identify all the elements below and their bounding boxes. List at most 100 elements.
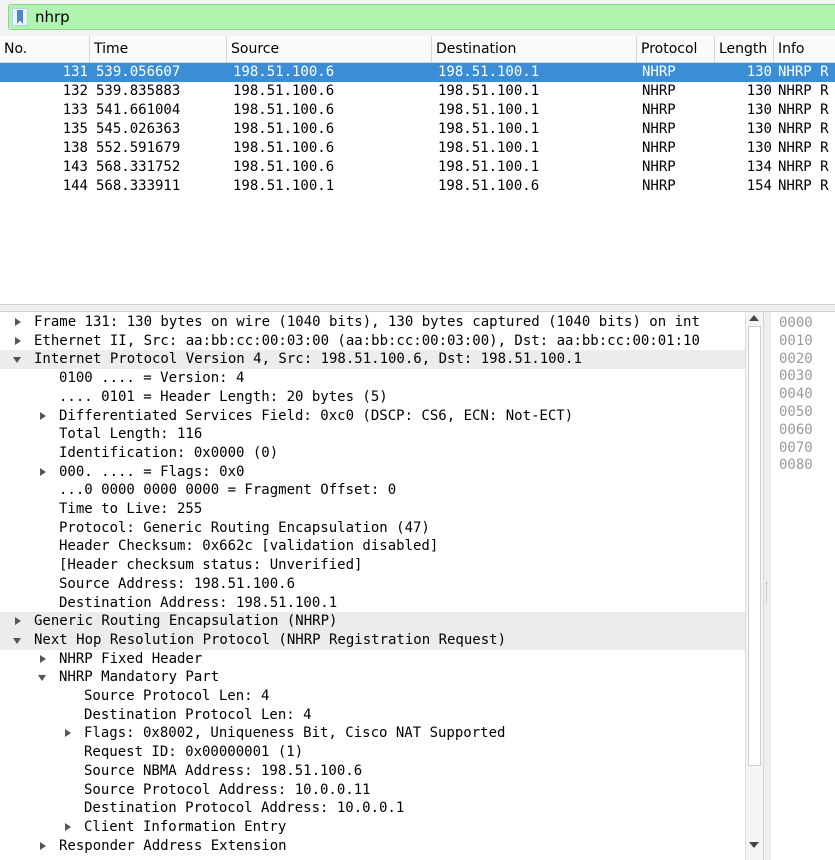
detail-tree-item[interactable]: Destination Protocol Len: 4 xyxy=(0,706,745,725)
pane-splitter-horizontal[interactable] xyxy=(0,304,835,312)
packet-row[interactable]: 131 539.056607 198.51.100.6 198.51.100.1 NHR… xyxy=(0,63,835,82)
column-header-destination[interactable]: Destination xyxy=(432,36,637,62)
byte-offset: 0050 xyxy=(779,404,813,420)
detail-tree-item-label: Ethernet II, Src: aa:bb:cc:00:03:00 (aa:… xyxy=(34,332,700,349)
detail-tree-item-label: 000. .... = Flags: 0x0 xyxy=(59,463,245,480)
detail-tree-item[interactable]: Source NBMA Address: 198.51.100.6 xyxy=(0,762,745,781)
collapsed-arrow-icon[interactable] xyxy=(62,724,74,743)
collapsed-arrow-icon[interactable] xyxy=(37,837,49,856)
column-header-source[interactable]: Source xyxy=(227,36,432,62)
detail-tree-item[interactable]: Responder Address Extension xyxy=(0,837,745,856)
packet-cell-length: 130 xyxy=(746,102,772,118)
packet-row[interactable]: 143 568.331752 198.51.100.6 198.51.100.1 NHR… xyxy=(0,158,835,177)
detail-tree-item[interactable]: Total Length: 116 xyxy=(0,425,745,444)
collapsed-arrow-icon[interactable] xyxy=(12,332,24,351)
byte-offset: 0010 xyxy=(779,332,813,349)
detail-tree-item[interactable]: Frame 131: 130 bytes on wire (1040 bits)… xyxy=(0,313,745,332)
display-filter-input[interactable]: nhrp xyxy=(8,4,835,30)
detail-tree-item[interactable]: Generic Routing Encapsulation (NHRP) xyxy=(0,612,745,631)
byte-offset: 0060 xyxy=(779,421,813,438)
detail-tree-item[interactable]: Client Information Entry xyxy=(0,818,745,837)
scroll-down-arrow-icon[interactable] xyxy=(749,842,759,848)
column-header-protocol[interactable]: Protocol xyxy=(637,36,715,62)
packet-cell-no: 135 xyxy=(62,121,88,137)
packet-cell-no: 133 xyxy=(62,102,88,118)
detail-tree-item[interactable]: Source Address: 198.51.100.6 xyxy=(0,575,745,594)
collapsed-arrow-icon[interactable] xyxy=(37,463,49,482)
detail-tree-item[interactable]: Internet Protocol Version 4, Src: 198.51… xyxy=(0,350,745,370)
detail-tree-item-label: ...0 0000 0000 0000 = Fragment Offset: 0 xyxy=(59,482,397,499)
packet-cell-length: 154 xyxy=(746,178,772,194)
detail-tree-item[interactable]: Request ID: 0x00000001 (1) xyxy=(0,743,745,762)
packet-cell-info: NHRP R xyxy=(778,178,829,194)
detail-tree-item[interactable]: Flags: 0x8002, Uniqueness Bit, Cisco NAT… xyxy=(0,724,745,743)
column-header-info[interactable]: Info xyxy=(774,36,835,62)
packet-cell-protocol: NHRP xyxy=(642,178,676,194)
detail-tree-item[interactable]: .... 0101 = Header Length: 20 bytes (5) xyxy=(0,388,745,407)
collapsed-arrow-icon[interactable] xyxy=(37,650,49,669)
packet-row[interactable]: 135 545.026363 198.51.100.6 198.51.100.1 NHR… xyxy=(0,120,835,139)
collapsed-arrow-icon[interactable] xyxy=(12,313,24,332)
packet-row[interactable]: 144 568.333911 198.51.100.1 198.51.100.6 NHR… xyxy=(0,177,835,196)
detail-tree-item[interactable]: Protocol: Generic Routing Encapsulation … xyxy=(0,519,745,538)
packet-cell-no: 138 xyxy=(62,140,88,156)
packet-row[interactable]: 138 552.591679 198.51.100.6 198.51.100.1 NHR… xyxy=(0,139,835,158)
expanded-arrow-icon[interactable] xyxy=(12,631,24,650)
collapsed-arrow-icon[interactable] xyxy=(62,818,74,837)
detail-tree-item[interactable]: Source Protocol Len: 4 xyxy=(0,687,745,706)
packet-cell-info: NHRP R xyxy=(778,140,829,156)
packet-details-tree: Frame 131: 130 bytes on wire (1040 bits)… xyxy=(0,312,763,860)
packet-cell-time: 545.026363 xyxy=(96,121,181,137)
packet-cell-time: 539.835883 xyxy=(96,83,181,99)
detail-tree-item[interactable]: Destination Protocol Address: 10.0.0.1 xyxy=(0,799,745,818)
column-header-no[interactable]: No. xyxy=(0,36,90,62)
detail-tree-item[interactable]: Destination Address: 198.51.100.1 xyxy=(0,594,745,613)
packet-cell-length: 130 xyxy=(746,140,772,156)
packet-row[interactable]: 132 539.835883 198.51.100.6 198.51.100.1 NHR… xyxy=(0,82,835,101)
detail-tree-item[interactable]: NHRP Fixed Header xyxy=(0,650,745,669)
bookmark-icon[interactable] xyxy=(12,8,28,26)
byte-offset: 0080 xyxy=(779,457,813,474)
packet-cell-no: 131 xyxy=(62,64,88,80)
detail-tree-item-label: 0100 .... = Version: 4 xyxy=(59,370,245,387)
column-header-time[interactable]: Time xyxy=(90,36,227,62)
collapsed-arrow-icon[interactable] xyxy=(12,612,24,631)
detail-tree-item-label: Source NBMA Address: 198.51.100.6 xyxy=(84,762,363,779)
display-filter-toolbar: nhrp xyxy=(0,0,835,36)
detail-tree-item-label: Flags: 0x8002, Uniqueness Bit, Cisco NAT… xyxy=(84,725,506,742)
packet-cell-protocol: NHRP xyxy=(642,121,676,137)
packet-cell-protocol: NHRP xyxy=(642,64,676,80)
detail-tree-item[interactable]: Differentiated Services Field: 0xc0 (DSC… xyxy=(0,407,745,426)
packet-cell-destination: 198.51.100.1 xyxy=(438,102,540,118)
expanded-arrow-icon[interactable] xyxy=(12,350,24,369)
detail-tree-item[interactable]: Time to Live: 255 xyxy=(0,500,745,519)
detail-tree-item[interactable]: 000. .... = Flags: 0x0 xyxy=(0,463,745,482)
detail-tree-item[interactable]: [Header checksum status: Unverified] xyxy=(0,556,745,575)
packet-row[interactable]: 133 541.661004 198.51.100.6 198.51.100.1 NHR… xyxy=(0,101,835,120)
packet-cell-info: NHRP R xyxy=(778,102,829,118)
details-vertical-scrollbar[interactable] xyxy=(745,312,763,860)
scroll-up-arrow-icon[interactable] xyxy=(749,315,759,321)
pane-splitter-vertical[interactable] xyxy=(763,312,771,860)
packet-cell-no: 132 xyxy=(62,83,88,99)
details-scrollbar-thumb[interactable] xyxy=(748,326,761,766)
detail-tree-item[interactable]: 0100 .... = Version: 4 xyxy=(0,369,745,388)
packet-cell-time: 568.333911 xyxy=(96,178,181,194)
detail-tree-item[interactable]: Source Protocol Address: 10.0.0.11 xyxy=(0,781,745,800)
detail-tree-item[interactable]: NHRP Mandatory Part xyxy=(0,668,745,687)
packet-cell-destination: 198.51.100.1 xyxy=(438,83,540,99)
detail-tree-item[interactable]: ...0 0000 0000 0000 = Fragment Offset: 0 xyxy=(0,481,745,500)
packet-cell-protocol: NHRP xyxy=(642,102,676,118)
detail-tree-item[interactable]: Identification: 0x0000 (0) xyxy=(0,444,745,463)
detail-tree-item[interactable]: Next Hop Resolution Protocol (NHRP Regis… xyxy=(0,630,745,650)
expanded-arrow-icon[interactable] xyxy=(37,668,49,687)
collapsed-arrow-icon[interactable] xyxy=(37,407,49,426)
detail-tree-item-label: NHRP Mandatory Part xyxy=(59,669,220,686)
detail-tree-item[interactable]: Header Checksum: 0x662c [validation disa… xyxy=(0,537,745,556)
detail-tree-item-label: Source Address: 198.51.100.6 xyxy=(59,575,296,592)
detail-tree-item[interactable]: Ethernet II, Src: aa:bb:cc:00:03:00 (aa:… xyxy=(0,332,745,351)
detail-tree-item-label: Protocol: Generic Routing Encapsulation … xyxy=(59,519,430,536)
detail-tree-item-label: [Header checksum status: Unverified] xyxy=(59,557,363,574)
detail-tree-item-label: Header Checksum: 0x662c [validation disa… xyxy=(59,538,439,555)
column-header-length[interactable]: Length xyxy=(715,36,774,62)
